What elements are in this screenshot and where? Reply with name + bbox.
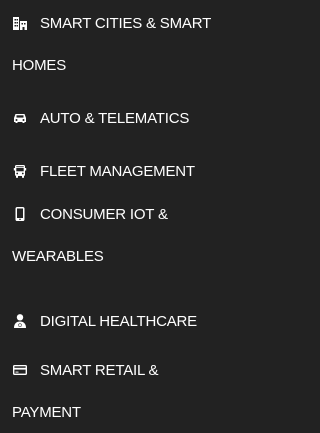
car-icon [12, 110, 28, 126]
menu-item-label-continued: WEARABLES [12, 247, 104, 265]
menu-item-smart-retail[interactable]: SMART RETAIL & PAYMENT [12, 359, 256, 423]
menu-item-auto-telematics[interactable]: AUTO & TELEMATICS [12, 107, 256, 129]
mobile-icon [12, 206, 28, 222]
industry-menu: SMART CITIES & SMART HOMES AUTO & TELEMA… [0, 0, 264, 433]
menu-item-fleet-management[interactable]: FLEET MANAGEMENT [12, 160, 256, 182]
menu-item-consumer-iot[interactable]: CONSUMER IOT & WEARABLES [12, 203, 256, 267]
menu-item-label: SMART CITIES & SMART [40, 14, 212, 32]
menu-item-label: AUTO & TELEMATICS [40, 109, 190, 127]
credit-card-icon [12, 362, 28, 378]
menu-item-label: DIGITAL HEALTHCARE [40, 312, 197, 330]
menu-item-label: FLEET MANAGEMENT [40, 162, 195, 180]
menu-item-label-continued: HOMES [12, 56, 67, 74]
menu-item-label: SMART RETAIL & [40, 361, 159, 379]
menu-item-digital-healthcare[interactable]: DIGITAL HEALTHCARE [12, 310, 256, 332]
user-md-icon [12, 313, 28, 329]
buildings-icon [12, 15, 28, 31]
menu-item-smart-cities[interactable]: SMART CITIES & SMART HOMES [12, 12, 256, 76]
bus-icon [12, 163, 28, 179]
menu-item-label-continued: PAYMENT [12, 403, 81, 421]
menu-item-label: CONSUMER IOT & [40, 205, 168, 223]
